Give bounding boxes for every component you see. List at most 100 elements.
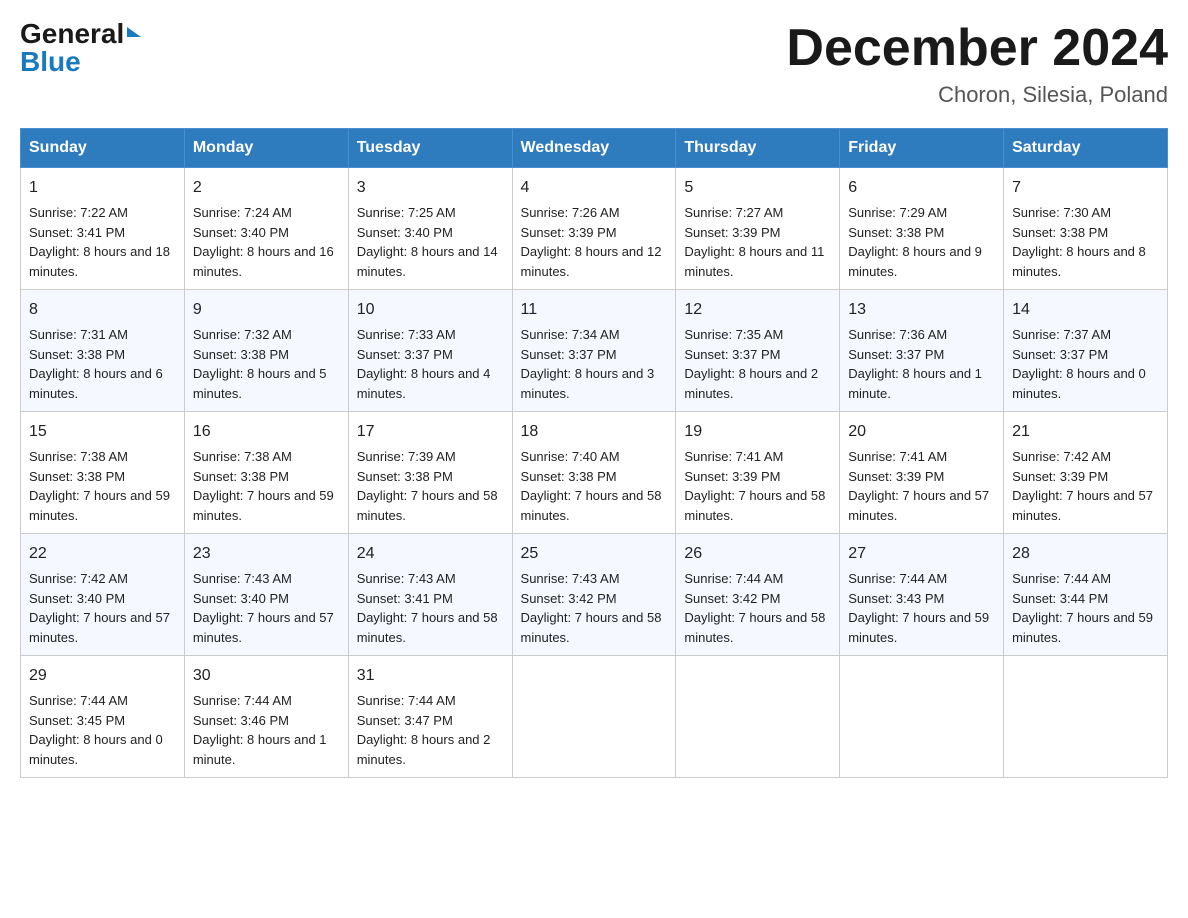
day-number: 12 [684,298,831,322]
title-area: December 2024 Choron, Silesia, Poland [786,20,1168,108]
day-info: Sunrise: 7:44 AMSunset: 3:44 PMDaylight:… [1012,571,1153,645]
calendar-cell: 28 Sunrise: 7:44 AMSunset: 3:44 PMDaylig… [1004,534,1168,656]
day-number: 20 [848,420,995,444]
col-header-saturday: Saturday [1004,129,1168,168]
week-row-5: 29 Sunrise: 7:44 AMSunset: 3:45 PMDaylig… [21,656,1168,778]
logo-triangle-icon [127,27,141,37]
day-info: Sunrise: 7:39 AMSunset: 3:38 PMDaylight:… [357,449,498,523]
day-number: 2 [193,176,340,200]
day-info: Sunrise: 7:44 AMSunset: 3:45 PMDaylight:… [29,693,163,767]
col-header-thursday: Thursday [676,129,840,168]
calendar-cell: 13 Sunrise: 7:36 AMSunset: 3:37 PMDaylig… [840,290,1004,412]
day-number: 31 [357,664,504,688]
day-info: Sunrise: 7:38 AMSunset: 3:38 PMDaylight:… [29,449,170,523]
day-info: Sunrise: 7:35 AMSunset: 3:37 PMDaylight:… [684,327,818,401]
calendar-cell [840,656,1004,778]
day-number: 1 [29,176,176,200]
day-info: Sunrise: 7:42 AMSunset: 3:39 PMDaylight:… [1012,449,1153,523]
col-header-wednesday: Wednesday [512,129,676,168]
day-number: 23 [193,542,340,566]
day-info: Sunrise: 7:38 AMSunset: 3:38 PMDaylight:… [193,449,334,523]
day-info: Sunrise: 7:25 AMSunset: 3:40 PMDaylight:… [357,205,498,279]
calendar-cell: 12 Sunrise: 7:35 AMSunset: 3:37 PMDaylig… [676,290,840,412]
calendar-cell: 6 Sunrise: 7:29 AMSunset: 3:38 PMDayligh… [840,168,1004,290]
day-info: Sunrise: 7:29 AMSunset: 3:38 PMDaylight:… [848,205,982,279]
calendar-cell: 25 Sunrise: 7:43 AMSunset: 3:42 PMDaylig… [512,534,676,656]
day-info: Sunrise: 7:31 AMSunset: 3:38 PMDaylight:… [29,327,163,401]
week-row-1: 1 Sunrise: 7:22 AMSunset: 3:41 PMDayligh… [21,168,1168,290]
calendar-cell: 14 Sunrise: 7:37 AMSunset: 3:37 PMDaylig… [1004,290,1168,412]
day-number: 21 [1012,420,1159,444]
day-number: 22 [29,542,176,566]
col-header-monday: Monday [184,129,348,168]
calendar-cell: 10 Sunrise: 7:33 AMSunset: 3:37 PMDaylig… [348,290,512,412]
day-info: Sunrise: 7:33 AMSunset: 3:37 PMDaylight:… [357,327,491,401]
day-number: 25 [521,542,668,566]
day-info: Sunrise: 7:44 AMSunset: 3:46 PMDaylight:… [193,693,327,767]
calendar-cell: 27 Sunrise: 7:44 AMSunset: 3:43 PMDaylig… [840,534,1004,656]
day-number: 16 [193,420,340,444]
header-row: SundayMondayTuesdayWednesdayThursdayFrid… [21,129,1168,168]
day-info: Sunrise: 7:41 AMSunset: 3:39 PMDaylight:… [684,449,825,523]
day-info: Sunrise: 7:41 AMSunset: 3:39 PMDaylight:… [848,449,989,523]
calendar-cell: 24 Sunrise: 7:43 AMSunset: 3:41 PMDaylig… [348,534,512,656]
calendar-cell: 15 Sunrise: 7:38 AMSunset: 3:38 PMDaylig… [21,412,185,534]
day-number: 5 [684,176,831,200]
day-number: 28 [1012,542,1159,566]
day-number: 8 [29,298,176,322]
day-number: 7 [1012,176,1159,200]
day-number: 14 [1012,298,1159,322]
day-number: 6 [848,176,995,200]
day-number: 26 [684,542,831,566]
day-info: Sunrise: 7:30 AMSunset: 3:38 PMDaylight:… [1012,205,1146,279]
day-info: Sunrise: 7:42 AMSunset: 3:40 PMDaylight:… [29,571,170,645]
day-number: 29 [29,664,176,688]
calendar-cell: 8 Sunrise: 7:31 AMSunset: 3:38 PMDayligh… [21,290,185,412]
calendar-cell: 2 Sunrise: 7:24 AMSunset: 3:40 PMDayligh… [184,168,348,290]
month-title: December 2024 [786,20,1168,77]
calendar-cell: 4 Sunrise: 7:26 AMSunset: 3:39 PMDayligh… [512,168,676,290]
calendar-cell: 18 Sunrise: 7:40 AMSunset: 3:38 PMDaylig… [512,412,676,534]
day-number: 27 [848,542,995,566]
day-number: 11 [521,298,668,322]
day-info: Sunrise: 7:44 AMSunset: 3:42 PMDaylight:… [684,571,825,645]
calendar-cell: 1 Sunrise: 7:22 AMSunset: 3:41 PMDayligh… [21,168,185,290]
day-info: Sunrise: 7:32 AMSunset: 3:38 PMDaylight:… [193,327,327,401]
calendar-cell: 29 Sunrise: 7:44 AMSunset: 3:45 PMDaylig… [21,656,185,778]
calendar-cell: 23 Sunrise: 7:43 AMSunset: 3:40 PMDaylig… [184,534,348,656]
day-info: Sunrise: 7:43 AMSunset: 3:40 PMDaylight:… [193,571,334,645]
day-info: Sunrise: 7:36 AMSunset: 3:37 PMDaylight:… [848,327,982,401]
logo-general-text: General [20,20,124,48]
day-info: Sunrise: 7:37 AMSunset: 3:37 PMDaylight:… [1012,327,1146,401]
page-header: General Blue December 2024 Choron, Siles… [20,20,1168,108]
calendar-cell: 26 Sunrise: 7:44 AMSunset: 3:42 PMDaylig… [676,534,840,656]
day-number: 3 [357,176,504,200]
day-number: 19 [684,420,831,444]
location-text: Choron, Silesia, Poland [786,82,1168,108]
day-info: Sunrise: 7:44 AMSunset: 3:43 PMDaylight:… [848,571,989,645]
calendar-cell [512,656,676,778]
week-row-4: 22 Sunrise: 7:42 AMSunset: 3:40 PMDaylig… [21,534,1168,656]
day-info: Sunrise: 7:44 AMSunset: 3:47 PMDaylight:… [357,693,491,767]
calendar-cell: 21 Sunrise: 7:42 AMSunset: 3:39 PMDaylig… [1004,412,1168,534]
calendar-cell: 31 Sunrise: 7:44 AMSunset: 3:47 PMDaylig… [348,656,512,778]
day-info: Sunrise: 7:43 AMSunset: 3:41 PMDaylight:… [357,571,498,645]
day-info: Sunrise: 7:24 AMSunset: 3:40 PMDaylight:… [193,205,334,279]
calendar-cell: 7 Sunrise: 7:30 AMSunset: 3:38 PMDayligh… [1004,168,1168,290]
day-number: 4 [521,176,668,200]
day-number: 10 [357,298,504,322]
col-header-friday: Friday [840,129,1004,168]
day-info: Sunrise: 7:22 AMSunset: 3:41 PMDaylight:… [29,205,170,279]
day-info: Sunrise: 7:34 AMSunset: 3:37 PMDaylight:… [521,327,655,401]
calendar-cell: 22 Sunrise: 7:42 AMSunset: 3:40 PMDaylig… [21,534,185,656]
calendar-cell: 30 Sunrise: 7:44 AMSunset: 3:46 PMDaylig… [184,656,348,778]
day-number: 30 [193,664,340,688]
day-number: 15 [29,420,176,444]
day-number: 24 [357,542,504,566]
week-row-3: 15 Sunrise: 7:38 AMSunset: 3:38 PMDaylig… [21,412,1168,534]
calendar-cell: 3 Sunrise: 7:25 AMSunset: 3:40 PMDayligh… [348,168,512,290]
calendar-cell [1004,656,1168,778]
day-info: Sunrise: 7:26 AMSunset: 3:39 PMDaylight:… [521,205,662,279]
calendar-cell [676,656,840,778]
calendar-cell: 9 Sunrise: 7:32 AMSunset: 3:38 PMDayligh… [184,290,348,412]
